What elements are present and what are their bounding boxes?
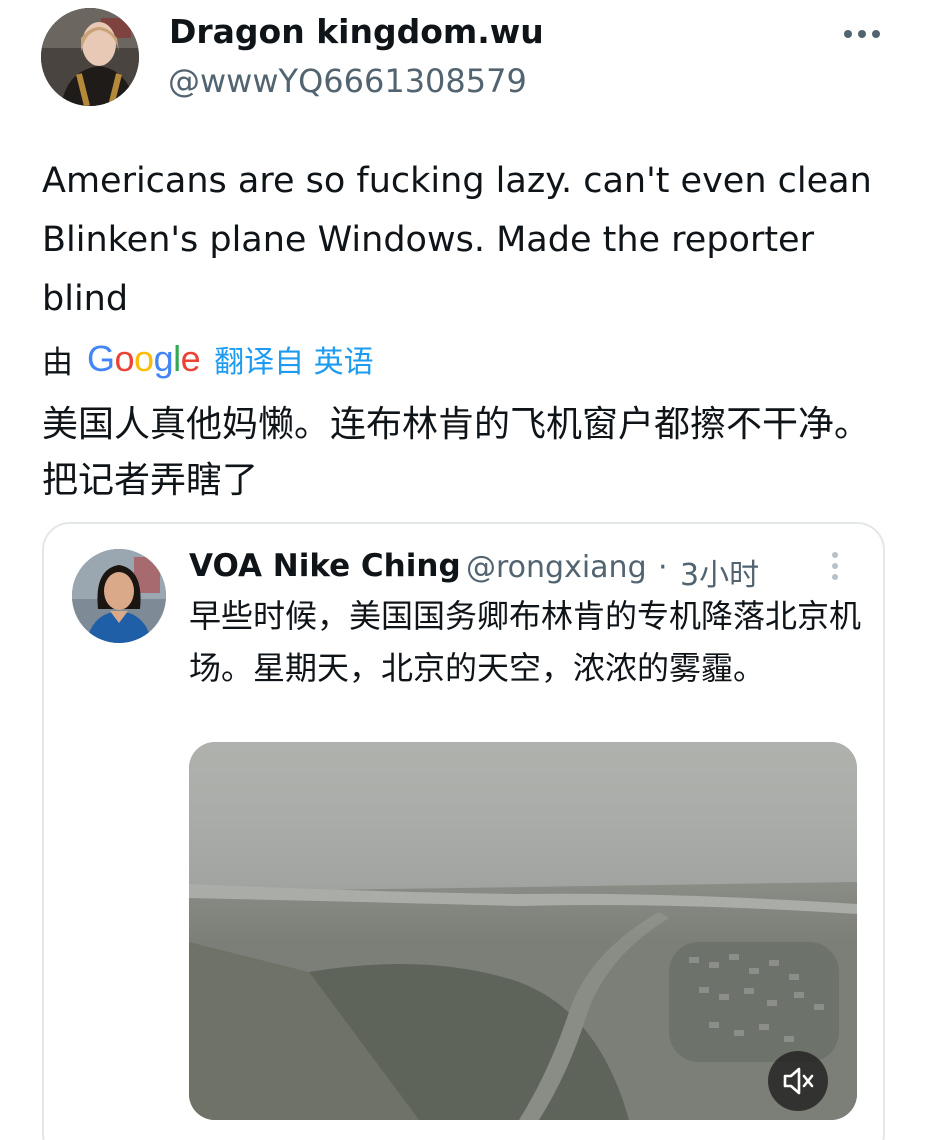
tweet-text: Americans are so fucking lazy. can't eve… bbox=[42, 161, 872, 319]
meta-separator: · bbox=[658, 550, 668, 585]
google-logo: Google bbox=[87, 338, 201, 380]
speaker-muted-glyph bbox=[783, 1067, 814, 1095]
quoted-author-handle[interactable]: @rongxiang bbox=[466, 550, 647, 585]
author-display-name[interactable]: Dragon kingdom.wu bbox=[169, 12, 544, 51]
author-avatar[interactable] bbox=[41, 8, 139, 106]
google-logo-letter: l bbox=[173, 338, 181, 379]
avatar-image bbox=[72, 549, 166, 643]
quoted-tweet-text: 早些时候，美国国务卿布林肯的专机降落北京机场。星期天，北京的天空，浓浓的雾霾。 bbox=[189, 597, 862, 687]
avatar-image bbox=[41, 8, 139, 106]
quoted-author-display-name[interactable]: VOA Nike Ching bbox=[189, 548, 461, 584]
google-logo-letter: o bbox=[134, 338, 154, 379]
volume-muted-icon[interactable] bbox=[768, 1051, 828, 1111]
quoted-tweet-card[interactable]: VOA Nike Ching @rongxiang · 3小时 早些时候，美国国… bbox=[42, 522, 885, 1140]
author-handle[interactable]: @wwwYQ6661308579 bbox=[168, 62, 527, 100]
translated-from-link[interactable]: 翻译自 英语 bbox=[214, 337, 374, 381]
video-thumbnail[interactable] bbox=[189, 742, 857, 1120]
more-vertical-icon[interactable] bbox=[826, 548, 846, 584]
google-logo-letter: G bbox=[87, 338, 115, 379]
hazy-aerial-image bbox=[189, 742, 857, 1120]
google-logo-letter: e bbox=[180, 338, 201, 379]
translation-attribution: 由 Google 翻译自 英语 bbox=[42, 337, 374, 381]
translated-by-label: 由 bbox=[42, 344, 73, 381]
google-logo-letter: g bbox=[153, 338, 174, 379]
more-options-icon[interactable] bbox=[840, 18, 884, 48]
quoted-tweet-time[interactable]: 3小时 bbox=[680, 550, 759, 594]
google-logo-letter: o bbox=[114, 338, 135, 379]
quoted-author-avatar[interactable] bbox=[72, 549, 166, 643]
translated-tweet-text: 美国人真他妈懒。连布林肯的飞机窗户都擦不干净。把记者弄瞎了 bbox=[42, 404, 871, 501]
